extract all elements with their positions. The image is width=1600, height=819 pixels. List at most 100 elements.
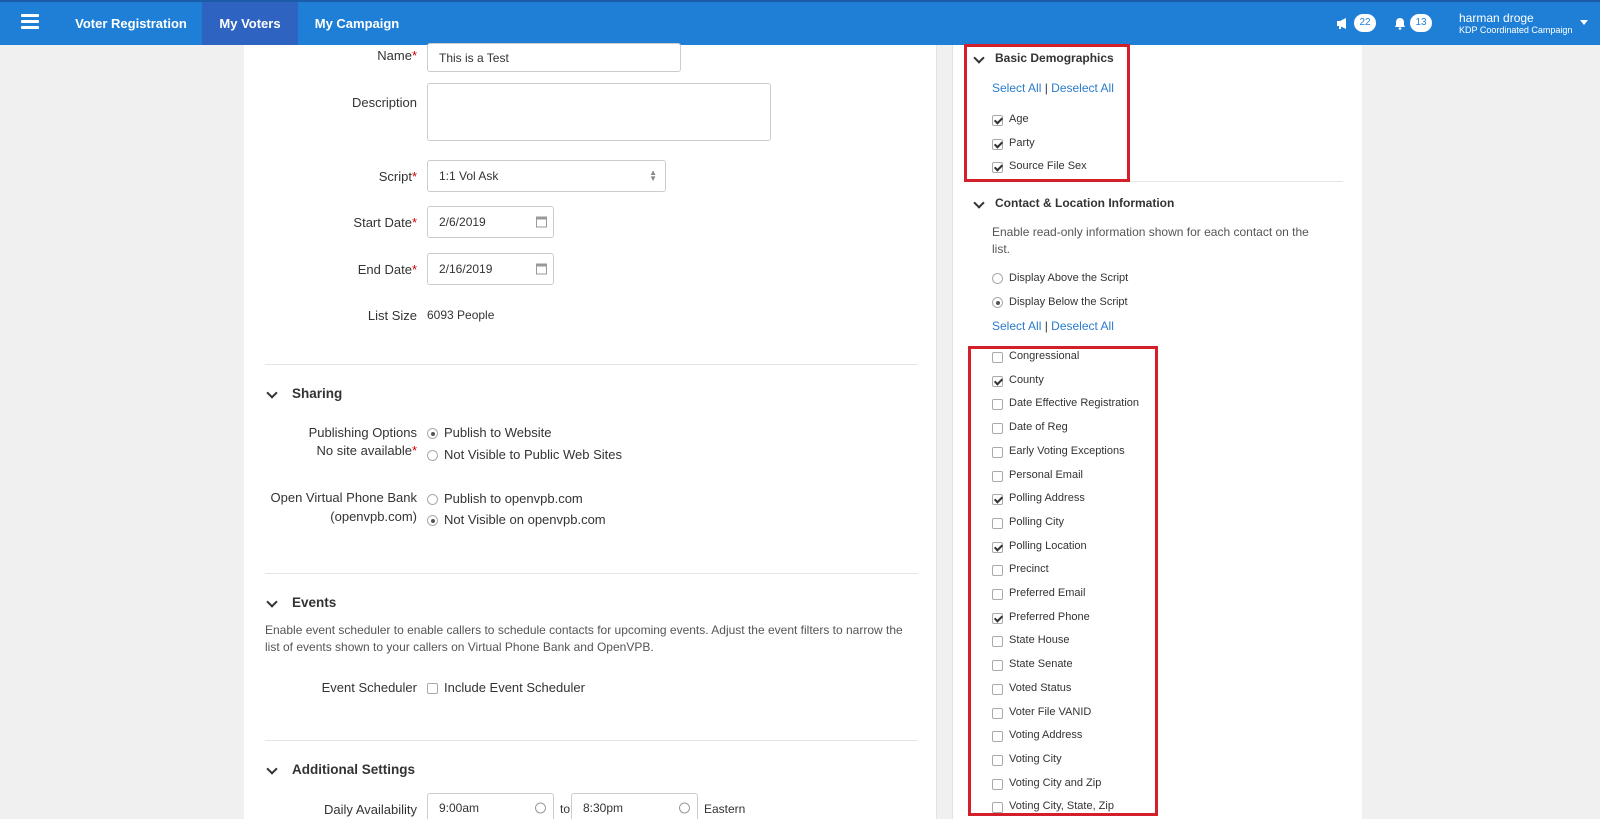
clock-icon[interactable] xyxy=(679,802,690,814)
field-checkbox[interactable] xyxy=(992,589,1003,600)
field-checkbox[interactable] xyxy=(992,778,1003,790)
display-below-label[interactable]: Display Below the Script xyxy=(1009,296,1128,308)
select-all-link[interactable]: Select All xyxy=(992,81,1041,95)
daily-to-input[interactable]: 8:30pm xyxy=(571,793,698,819)
field-label[interactable]: State Senate xyxy=(1009,658,1073,670)
contact-location-title[interactable]: Contact & Location Information xyxy=(995,196,1174,210)
display-above-label[interactable]: Display Above the Script xyxy=(1009,272,1128,284)
hamburger-menu-icon[interactable] xyxy=(21,14,39,30)
deselect-all-link[interactable]: Deselect All xyxy=(1051,319,1114,333)
field-checkbox[interactable] xyxy=(992,707,1003,719)
user-name[interactable]: harman droge xyxy=(1459,11,1534,25)
field-label[interactable]: Voted Status xyxy=(1009,682,1071,694)
bell-icon xyxy=(1395,17,1405,30)
publish-website-label[interactable]: Publish to Website xyxy=(444,425,551,440)
not-visible-public-radio[interactable] xyxy=(427,450,438,461)
daily-from-input[interactable]: 9:00am xyxy=(427,793,554,819)
publish-website-radio[interactable] xyxy=(427,428,438,439)
timezone-label: Eastern xyxy=(704,802,746,816)
field-label[interactable]: County xyxy=(1009,374,1044,386)
not-visible-openvpb-radio[interactable] xyxy=(427,515,438,526)
field-checkbox[interactable] xyxy=(992,399,1003,411)
description-textarea[interactable] xyxy=(427,83,771,141)
calendar-icon[interactable] xyxy=(536,216,547,228)
field-label[interactable]: Personal Email xyxy=(1009,469,1083,481)
notifications-button[interactable]: 13 xyxy=(1394,14,1432,32)
additional-settings-title[interactable]: Additional Settings xyxy=(292,762,415,777)
field-checkbox[interactable] xyxy=(992,446,1003,458)
tab-my-voters[interactable]: My Voters xyxy=(202,2,298,45)
field-label[interactable]: Voting Address xyxy=(1009,729,1082,741)
field-label[interactable]: Preferred Phone xyxy=(1009,611,1090,623)
field-label[interactable]: Date Effective Registration xyxy=(1009,397,1139,409)
field-label[interactable]: Congressional xyxy=(1009,350,1079,362)
field-checkbox[interactable] xyxy=(992,802,1003,814)
field-label[interactable]: State House xyxy=(1009,634,1070,646)
script-select[interactable]: 1:1 Vol Ask ▲ ▼ xyxy=(427,160,666,192)
field-label[interactable]: Voting City and Zip xyxy=(1009,777,1101,789)
field-label[interactable]: Voter File VANID xyxy=(1009,706,1091,718)
include-event-scheduler-checkbox[interactable] xyxy=(427,683,438,694)
field-label[interactable]: Early Voting Exceptions xyxy=(1009,445,1125,457)
field-label[interactable]: Polling Address xyxy=(1009,492,1085,504)
field-checkbox[interactable] xyxy=(992,162,1003,173)
chevron-down-icon[interactable] xyxy=(1580,20,1588,25)
sharing-section-title[interactable]: Sharing xyxy=(292,386,342,401)
field-checkbox[interactable] xyxy=(992,423,1003,435)
field-label[interactable]: Precinct xyxy=(1009,563,1049,575)
display-above-radio[interactable] xyxy=(992,273,1003,284)
tab-voter-registration[interactable]: Voter Registration xyxy=(62,2,200,45)
field-checkbox[interactable] xyxy=(992,660,1003,672)
field-label[interactable]: Voting City, State, Zip xyxy=(1009,800,1114,812)
start-date-input[interactable]: 2/6/2019 xyxy=(427,206,554,238)
start-date-label: Start Date* xyxy=(353,215,417,230)
link-separator: | xyxy=(1044,81,1048,95)
field-checkbox[interactable] xyxy=(992,683,1003,695)
field-checkbox[interactable] xyxy=(992,470,1003,482)
field-checkbox[interactable] xyxy=(992,541,1003,553)
field-checkbox[interactable] xyxy=(992,138,1003,150)
deselect-all-link[interactable]: Deselect All xyxy=(1051,81,1114,95)
not-visible-openvpb-label[interactable]: Not Visible on openvpb.com xyxy=(444,512,606,527)
basic-demographics-title[interactable]: Basic Demographics xyxy=(995,51,1114,65)
field-label[interactable]: Age xyxy=(1009,113,1029,125)
end-date-input[interactable]: 2/16/2019 xyxy=(427,253,554,285)
field-label[interactable]: Source File Sex xyxy=(1009,160,1087,172)
field-label[interactable]: Party xyxy=(1009,137,1035,149)
field-label[interactable]: Date of Reg xyxy=(1009,421,1068,433)
field-checkbox[interactable] xyxy=(992,565,1003,577)
field-checkbox[interactable] xyxy=(992,352,1003,363)
publish-openvpb-radio[interactable] xyxy=(427,494,438,505)
event-scheduler-label: Event Scheduler xyxy=(321,680,417,695)
description-label: Description xyxy=(351,95,417,110)
field-checkbox[interactable] xyxy=(992,754,1003,766)
user-campaign[interactable]: KDP Coordinated Campaign xyxy=(1459,25,1572,35)
daily-from-value: 9:00am xyxy=(439,801,480,815)
field-label[interactable]: Polling City xyxy=(1009,516,1064,528)
script-select-value: 1:1 Vol Ask xyxy=(439,169,499,183)
tab-my-campaign[interactable]: My Campaign xyxy=(300,2,414,45)
divider xyxy=(968,181,1343,182)
publish-openvpb-label[interactable]: Publish to openvpb.com xyxy=(444,491,583,506)
calendar-icon[interactable] xyxy=(536,263,547,275)
name-label: Name* xyxy=(377,48,417,63)
field-checkbox[interactable] xyxy=(992,612,1003,624)
events-section-title[interactable]: Events xyxy=(292,595,336,610)
name-input[interactable]: This is a Test xyxy=(427,43,681,72)
link-separator: | xyxy=(1044,319,1048,333)
field-checkbox[interactable] xyxy=(992,517,1003,529)
announcements-button[interactable]: 22 xyxy=(1336,14,1376,32)
field-checkbox[interactable] xyxy=(992,494,1003,506)
field-checkbox[interactable] xyxy=(992,375,1003,387)
field-checkbox[interactable] xyxy=(992,731,1003,743)
field-label[interactable]: Preferred Email xyxy=(1009,587,1085,599)
select-all-link[interactable]: Select All xyxy=(992,319,1041,333)
field-label[interactable]: Voting City xyxy=(1009,753,1062,765)
field-label[interactable]: Polling Location xyxy=(1009,540,1087,552)
clock-icon[interactable] xyxy=(535,802,546,814)
not-visible-public-label[interactable]: Not Visible to Public Web Sites xyxy=(444,447,622,462)
display-below-radio[interactable] xyxy=(992,297,1003,308)
field-checkbox[interactable] xyxy=(992,115,1003,126)
field-checkbox[interactable] xyxy=(992,636,1003,648)
include-event-scheduler-label[interactable]: Include Event Scheduler xyxy=(444,680,585,695)
